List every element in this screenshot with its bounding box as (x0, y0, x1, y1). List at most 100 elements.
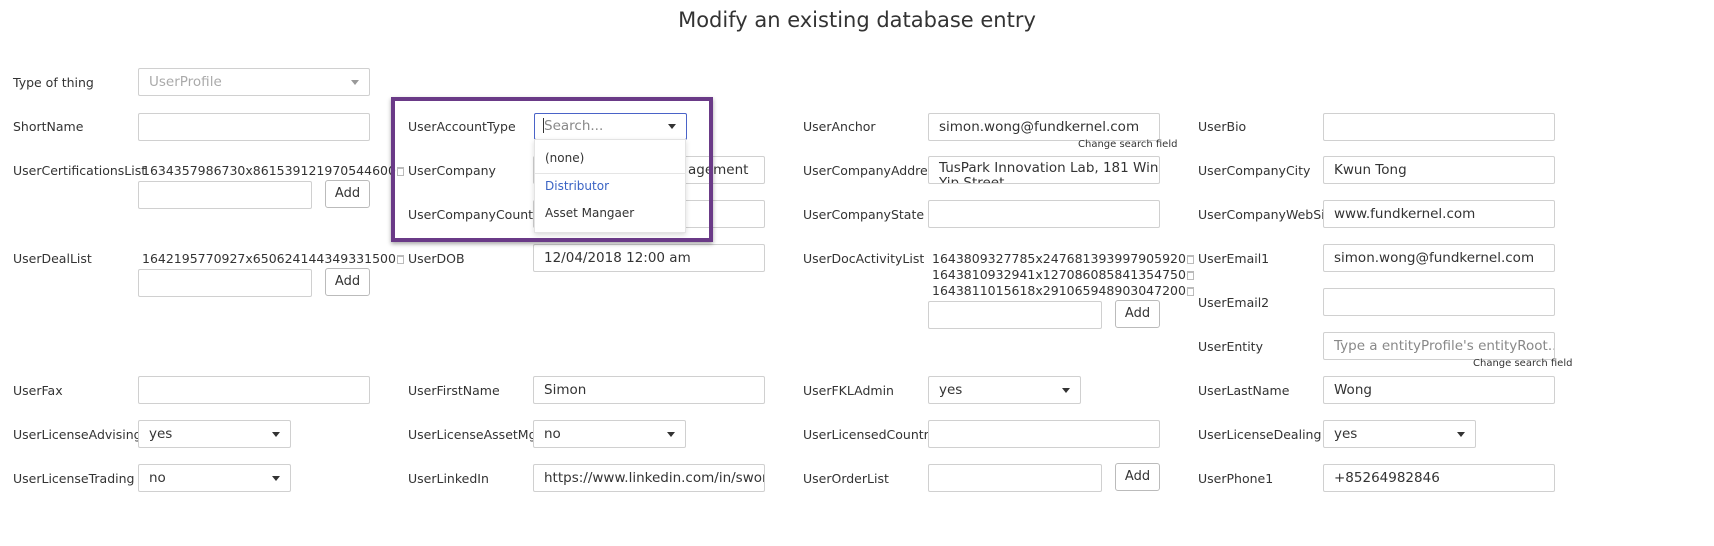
certification-item-text: 1634357986730x861539121970544600 (142, 163, 396, 178)
user-license-trading-label: UserLicenseTrading (13, 471, 135, 486)
certification-item: 1634357986730x861539121970544600 (142, 163, 404, 179)
user-license-trading-select[interactable]: no (138, 464, 291, 492)
chevron-down-icon (1062, 388, 1070, 393)
user-company-address-label: UserCompanyAddress (803, 163, 941, 178)
user-phone1-label: UserPhone1 (1198, 471, 1274, 486)
user-licensed-country-label: UserLicensedCountry (803, 427, 937, 442)
chevron-down-icon (668, 124, 676, 129)
user-last-name-input[interactable]: Wong (1323, 376, 1555, 404)
user-last-name-label: UserLastName (1198, 383, 1290, 398)
short-name-input[interactable] (138, 113, 370, 141)
doc-activity-item-text: 1643810932941x127086085841354750 (932, 267, 1186, 282)
user-deal-list-label: UserDealList (13, 251, 92, 266)
change-search-field-link[interactable]: Change search field (1473, 358, 1572, 369)
address-line-2: Yip Street (939, 175, 1005, 184)
user-fax-label: UserFax (13, 383, 63, 398)
chevron-down-icon (667, 432, 675, 437)
order-add-button[interactable]: Add (1115, 463, 1160, 491)
user-fkl-admin-label: UserFKLAdmin (803, 383, 894, 398)
user-account-type-search-input[interactable]: Search... (534, 113, 687, 140)
user-license-asset-mg-label: UserLicenseAssetMg... (408, 427, 549, 442)
user-company-website-input[interactable]: www.fundkernel.com (1323, 200, 1555, 228)
trash-icon[interactable] (396, 167, 404, 176)
doc-activity-item: 1643811015618x291065948903047200 (932, 283, 1194, 299)
user-license-dealing-select[interactable]: yes (1323, 420, 1476, 448)
change-search-field-link[interactable]: Change search field (1078, 139, 1177, 150)
type-of-thing-label: Type of thing (13, 75, 94, 90)
user-phone1-input[interactable]: +85264982846 (1323, 464, 1555, 492)
user-fkl-admin-value: yes (939, 382, 963, 398)
user-email2-label: UserEmail2 (1198, 295, 1270, 310)
user-company-city-input[interactable]: Kwun Tong (1323, 156, 1555, 184)
user-order-list-label: UserOrderList (803, 471, 889, 486)
chevron-down-icon (351, 80, 359, 85)
chevron-down-icon (1457, 432, 1465, 437)
dropdown-divider (535, 173, 685, 174)
user-email2-input[interactable] (1323, 288, 1555, 316)
user-company-country-label: UserCompanyCountry (408, 207, 546, 222)
user-anchor-input[interactable]: simon.wong@fundkernel.com (928, 113, 1160, 141)
user-license-dealing-value: yes (1334, 426, 1358, 442)
user-license-asset-mg-value: no (544, 426, 561, 442)
trash-icon[interactable] (1186, 271, 1194, 280)
user-doc-activity-list-label: UserDocActivityList (803, 251, 925, 266)
user-deal-add-input[interactable] (138, 269, 312, 297)
user-entity-label: UserEntity (1198, 339, 1263, 354)
doc-activity-item: 1643809327785x247681393997905920 (932, 251, 1194, 267)
doc-activity-add-button[interactable]: Add (1115, 300, 1160, 328)
user-email1-label: UserEmail1 (1198, 251, 1270, 266)
deal-item: 1642195770927x650624144349331500 (142, 251, 404, 267)
user-certifications-list-label: UserCertificationsList (13, 163, 147, 178)
deal-item-text: 1642195770927x650624144349331500 (142, 251, 396, 266)
user-company-address-input[interactable]: TusPark Innovation Lab, 181 Wing Yip Str… (928, 156, 1160, 184)
user-dob-label: UserDOB (408, 251, 465, 266)
user-license-advising-select[interactable]: yes (138, 420, 291, 448)
user-order-add-input[interactable] (928, 464, 1102, 492)
user-fkl-admin-select[interactable]: yes (928, 376, 1081, 404)
user-license-dealing-label: UserLicenseDealing (1198, 427, 1322, 442)
user-licensed-country-input[interactable] (928, 420, 1160, 448)
address-line-1: TusPark Innovation Lab, 181 Wing (939, 160, 1160, 176)
user-license-trading-value: no (149, 470, 166, 486)
user-company-state-input[interactable] (928, 200, 1160, 228)
doc-activity-item-text: 1643809327785x247681393997905920 (932, 251, 1186, 266)
trash-icon[interactable] (396, 255, 404, 264)
option-none[interactable]: (none) (545, 151, 584, 165)
chevron-down-icon (272, 476, 280, 481)
deal-add-button[interactable]: Add (325, 268, 370, 296)
doc-activity-item-text: 1643811015618x291065948903047200 (932, 283, 1186, 298)
search-placeholder: Search... (544, 118, 604, 134)
user-linkedin-label: UserLinkedIn (408, 471, 489, 486)
page-title: Modify an existing database entry (678, 8, 1036, 32)
trash-icon[interactable] (1186, 287, 1194, 296)
user-anchor-label: UserAnchor (803, 119, 876, 134)
chevron-down-icon (272, 432, 280, 437)
type-of-thing-select[interactable]: UserProfile (138, 68, 370, 96)
short-name-label: ShortName (13, 119, 84, 134)
user-company-state-label: UserCompanyState (803, 207, 925, 222)
user-company-website-label: UserCompanyWebSite (1198, 207, 1338, 222)
trash-icon[interactable] (1186, 255, 1194, 264)
user-entity-input[interactable]: Type a entityProfile's entityRoot... (1323, 332, 1555, 360)
user-company-label: UserCompany (408, 163, 496, 178)
user-account-type-dropdown: (none) Distributor Asset Mangaer (534, 139, 686, 233)
user-dob-input[interactable]: 12/04/2018 12:00 am (533, 244, 765, 272)
option-distributor[interactable]: Distributor (545, 179, 609, 193)
user-fax-input[interactable] (138, 376, 370, 404)
user-license-advising-value: yes (149, 426, 173, 442)
user-linkedin-input[interactable]: https://www.linkedin.com/in/swong7 (533, 464, 765, 492)
user-license-asset-mg-select[interactable]: no (533, 420, 686, 448)
user-email1-input[interactable]: simon.wong@fundkernel.com (1323, 244, 1555, 272)
user-account-type-label: UserAccountType (408, 119, 516, 134)
user-license-advising-label: UserLicenseAdvising (13, 427, 142, 442)
certifications-add-button[interactable]: Add (325, 180, 370, 208)
user-first-name-label: UserFirstName (408, 383, 500, 398)
user-certifications-add-input[interactable] (138, 181, 312, 209)
user-bio-input[interactable] (1323, 113, 1555, 141)
type-of-thing-value: UserProfile (149, 74, 222, 90)
user-company-city-label: UserCompanyCity (1198, 163, 1311, 178)
user-bio-label: UserBio (1198, 119, 1247, 134)
user-first-name-input[interactable]: Simon (533, 376, 765, 404)
user-doc-activity-add-input[interactable] (928, 301, 1102, 329)
option-asset-manager[interactable]: Asset Mangaer (545, 206, 634, 220)
